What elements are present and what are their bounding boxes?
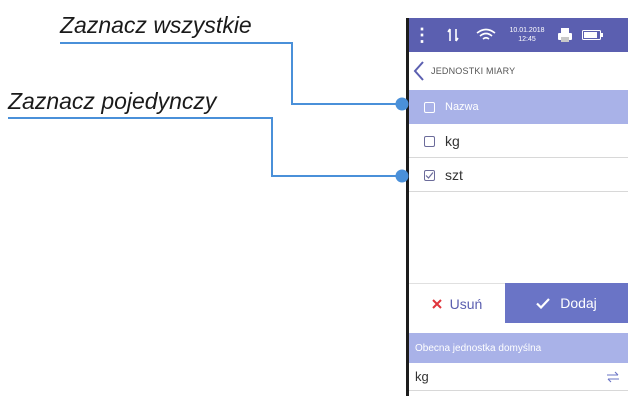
checkbox-icon[interactable] bbox=[424, 102, 435, 113]
close-icon bbox=[431, 298, 442, 309]
printer-icon bbox=[555, 18, 575, 52]
top-bar: JEDNOSTKI MIARY bbox=[409, 52, 628, 90]
checkmark-icon bbox=[536, 297, 551, 309]
status-time: 12:45 bbox=[518, 36, 536, 43]
units-list: Nazwa kg szt bbox=[409, 90, 628, 192]
add-button-label: Dodaj bbox=[560, 295, 597, 311]
add-button[interactable]: Dodaj bbox=[505, 283, 628, 323]
back-arrow-icon[interactable] bbox=[411, 58, 427, 84]
wifi-icon bbox=[473, 18, 499, 52]
checkbox-icon[interactable] bbox=[424, 136, 435, 147]
list-item-label: szt bbox=[445, 167, 463, 183]
callout-select-all: Zaznacz wszystkie bbox=[60, 12, 252, 38]
battery-icon bbox=[581, 18, 605, 52]
swap-icon[interactable] bbox=[606, 371, 620, 383]
list-header-label: Nazwa bbox=[445, 101, 479, 113]
signal-icon bbox=[443, 18, 463, 52]
list-item[interactable]: szt bbox=[409, 158, 628, 192]
status-datetime: 10.01.2018 12:45 bbox=[505, 18, 549, 52]
menu-dots-icon[interactable]: ⋮ bbox=[413, 18, 431, 52]
remove-button[interactable]: Usuń bbox=[409, 283, 505, 323]
list-item-label: kg bbox=[445, 133, 460, 149]
remove-button-label: Usuń bbox=[449, 295, 483, 312]
list-item[interactable]: kg bbox=[409, 124, 628, 158]
default-unit-value: kg bbox=[415, 369, 429, 384]
default-unit-header: Obecna jednostka domyślna bbox=[409, 333, 628, 363]
callout-line-select-single bbox=[8, 117, 402, 177]
callout-select-single: Zaznacz pojedynczy bbox=[8, 88, 217, 114]
status-date: 10.01.2018 bbox=[509, 27, 545, 34]
action-bar: Usuń Dodaj bbox=[409, 283, 628, 323]
phone-screen: ⋮ 10.01.2018 12:45 JEDNOSTKI MIARY Nazwa bbox=[406, 18, 628, 396]
select-all-row[interactable]: Nazwa bbox=[409, 90, 628, 124]
status-bar: ⋮ 10.01.2018 12:45 bbox=[409, 18, 628, 52]
checkbox-checked-icon[interactable] bbox=[424, 170, 435, 181]
page-title: JEDNOSTKI MIARY bbox=[431, 66, 516, 76]
default-unit-row[interactable]: kg bbox=[409, 363, 628, 391]
